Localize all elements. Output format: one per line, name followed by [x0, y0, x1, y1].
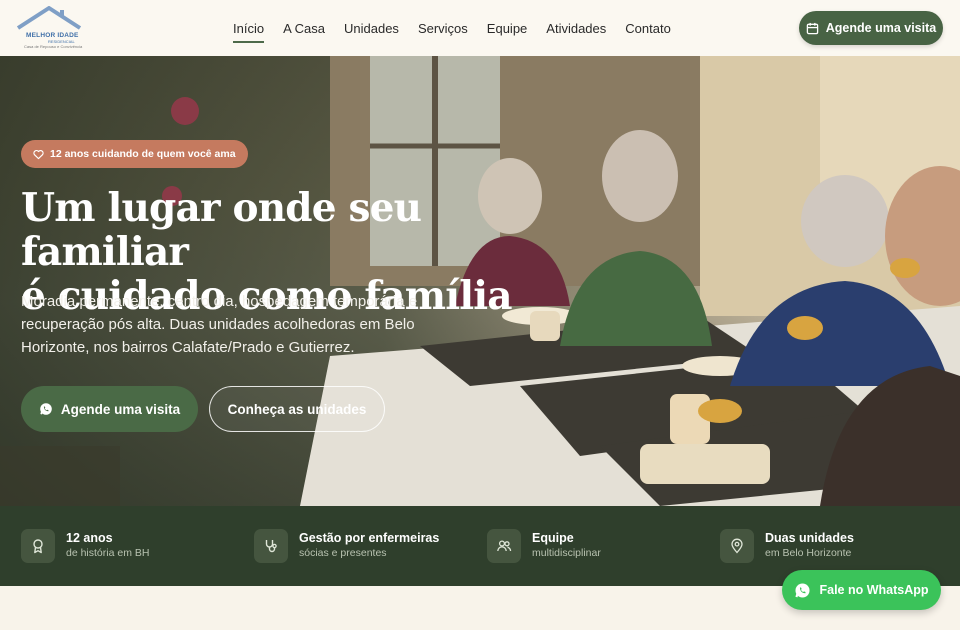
- map-pin-icon: [731, 538, 743, 554]
- hero-section: 12 anos cuidando de quem você ama Um lug…: [0, 56, 960, 506]
- logo-tagline: Casa de Repouso e Convivência: [24, 44, 83, 49]
- feature-title: 12 anos: [66, 531, 113, 545]
- feature-title: Equipe: [532, 531, 574, 545]
- main-nav: Início A Casa Unidades Serviços Equipe A…: [233, 0, 690, 56]
- nav-item-a-casa[interactable]: A Casa: [283, 0, 325, 56]
- feature-icon-box: [720, 529, 754, 563]
- nav-item-servicos[interactable]: Serviços: [418, 0, 468, 56]
- heart-icon: [33, 149, 44, 159]
- feature-subtitle: em Belo Horizonte: [765, 547, 852, 559]
- feature-team: Equipe multidisciplinar: [487, 528, 601, 564]
- feature-history: 12 anos de história em BH: [21, 528, 149, 564]
- nav-item-atividades[interactable]: Atividades: [546, 0, 606, 56]
- whatsapp-icon: [40, 403, 52, 415]
- schedule-visit-button[interactable]: Agende uma visita: [799, 11, 943, 45]
- feature-icon-box: [254, 529, 288, 563]
- discover-units-button[interactable]: Conheça as unidades: [209, 386, 385, 432]
- logo[interactable]: MELHOR IDADE RESIDENCIAL Casa de Repouso…: [14, 6, 84, 50]
- hero-schedule-visit-label: Agende uma visita: [60, 401, 181, 417]
- stethoscope-icon: [265, 540, 277, 553]
- whatsapp-icon: [795, 582, 810, 598]
- feature-title: Gestão por enfermeiras: [299, 531, 440, 545]
- feature-nursing: Gestão por enfermeiras sócias e presente…: [254, 528, 439, 564]
- nav-item-unidades[interactable]: Unidades: [344, 0, 399, 56]
- feature-title: Duas unidades: [765, 531, 854, 545]
- years-badge-label: 12 anos cuidando de quem você ama: [50, 148, 236, 160]
- users-icon: [497, 540, 512, 552]
- feature-subtitle: sócias e presentes: [299, 547, 387, 559]
- calendar-icon: [806, 22, 819, 34]
- feature-units: Duas unidades em Belo Horizonte: [720, 528, 854, 564]
- nav-item-inicio[interactable]: Início: [233, 0, 265, 56]
- feature-icon-box: [487, 529, 521, 563]
- award-icon: [33, 539, 43, 554]
- hero-subtitle: Moradia permanente, centro dia, hospedag…: [21, 293, 418, 356]
- years-badge: 12 anos cuidando de quem você ama: [21, 140, 248, 168]
- logo-name: MELHOR IDADE: [26, 32, 79, 39]
- hero-schedule-visit-button[interactable]: Agende uma visita: [21, 386, 198, 432]
- feature-icon-box: [21, 529, 55, 563]
- whatsapp-float-button[interactable]: Fale no WhatsApp: [782, 570, 941, 610]
- whatsapp-float-label: Fale no WhatsApp: [819, 583, 929, 597]
- feature-subtitle: de história em BH: [66, 547, 150, 559]
- feature-subtitle: multidisciplinar: [532, 547, 601, 559]
- nav-item-equipe[interactable]: Equipe: [487, 0, 527, 56]
- discover-units-label: Conheça as unidades: [227, 401, 367, 417]
- hero-title-line1: Um lugar onde seu familiar: [21, 185, 422, 275]
- nav-item-contato[interactable]: Contato: [625, 0, 671, 56]
- site-header: MELHOR IDADE RESIDENCIAL Casa de Repouso…: [0, 0, 960, 56]
- schedule-visit-label: Agende uma visita: [825, 21, 937, 35]
